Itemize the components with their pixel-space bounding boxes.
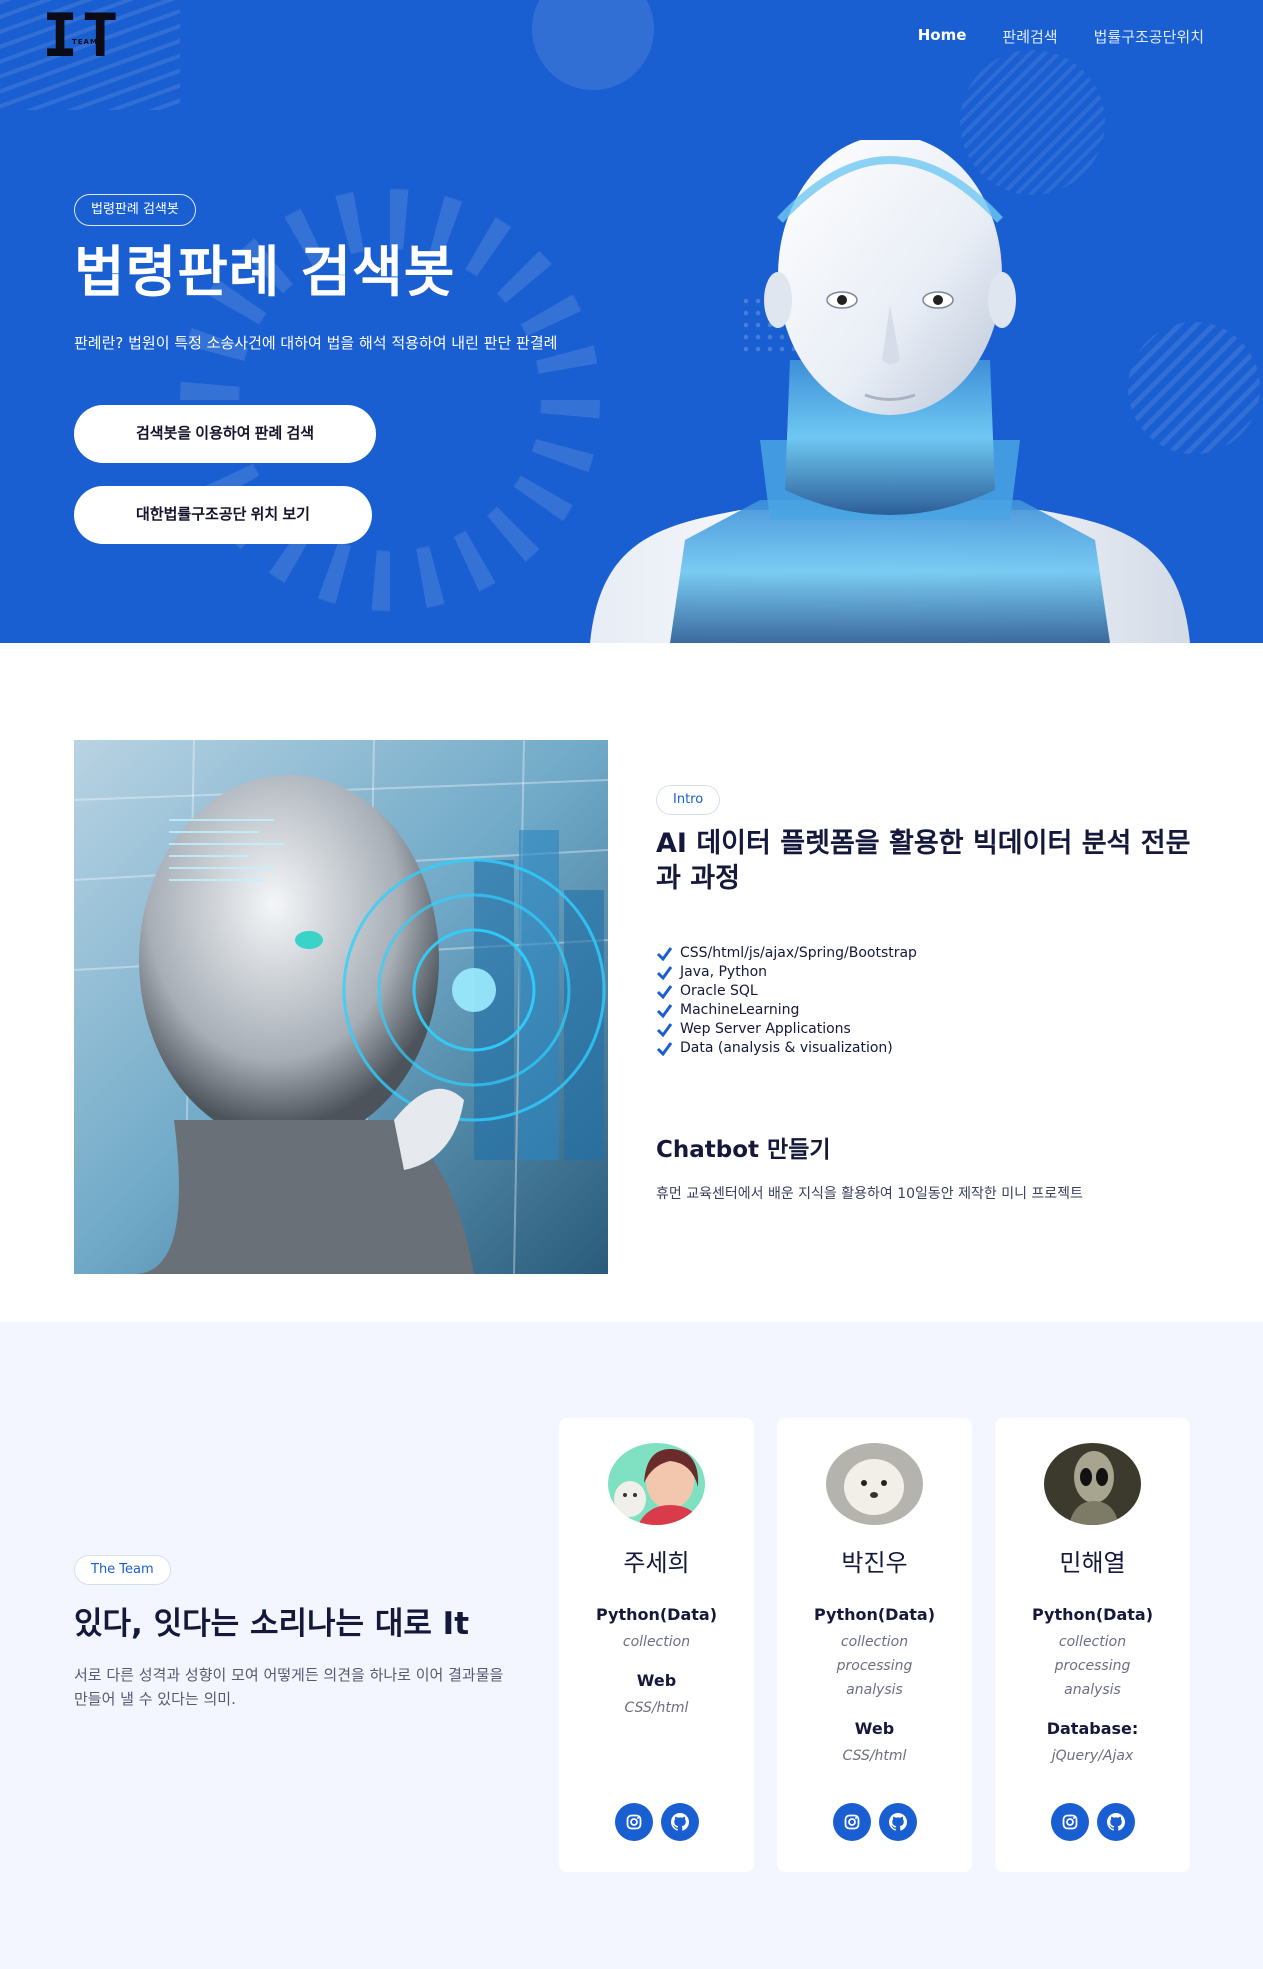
site-logo[interactable]: IT TEAM	[42, 1, 136, 71]
member-role-detail: CSS/html	[842, 1748, 907, 1764]
robot-illustration	[590, 140, 1190, 643]
nav-case-search[interactable]: 판례검색	[1002, 26, 1057, 47]
member-role: Python(Data)	[595, 1605, 718, 1624]
list-item: Wep Server Applications	[656, 1020, 917, 1039]
checklist-text: Wep Server Applications	[680, 1021, 851, 1037]
check-icon	[656, 947, 673, 962]
main-nav: Home 판례검색 법률구조공단위치	[918, 26, 1204, 47]
github-icon[interactable]	[878, 1803, 917, 1841]
team-description: 서로 다른 성격과 성향이 모여 어떻게든 의견을 하나로 이어 결과물을 만들…	[74, 1666, 504, 1708]
github-icon[interactable]	[660, 1803, 699, 1841]
avatar	[608, 1443, 705, 1525]
skills-checklist: CSS/html/js/ajax/Spring/Bootstrap Java, …	[656, 944, 917, 1058]
member-name: 박진우	[841, 1549, 908, 1577]
instagram-icon[interactable]	[832, 1803, 871, 1841]
member-role: Database:	[1046, 1719, 1139, 1738]
member-role: Python(Data)	[813, 1605, 936, 1624]
checklist-text: Java, Python	[680, 964, 768, 980]
nav-home[interactable]: Home	[918, 26, 967, 47]
member-role-detail: processing	[836, 1658, 913, 1674]
list-item: Java, Python	[656, 963, 917, 982]
member-role-detail: collection	[840, 1634, 909, 1650]
hero-title: 법령판례 검색봇	[74, 240, 456, 304]
legal-aid-location-button[interactable]: 대한법률구조공단 위치 보기	[74, 486, 372, 544]
check-icon	[656, 1004, 673, 1019]
check-icon	[656, 985, 673, 1000]
team-title: 있다, 잇다는 소리나는 대로 It	[74, 1606, 470, 1642]
check-icon	[656, 1042, 673, 1057]
member-role-detail: collection	[1058, 1634, 1127, 1650]
team-member-card: 민해열 Python(Data) collection processing a…	[995, 1418, 1190, 1872]
member-role: Web	[854, 1719, 895, 1738]
member-role-detail: processing	[1054, 1658, 1131, 1674]
logo-sub: TEAM	[72, 38, 98, 46]
logo-mark: IT	[42, 1, 123, 71]
check-icon	[656, 1023, 673, 1038]
avatar	[1044, 1443, 1141, 1525]
member-role: Web	[636, 1671, 677, 1690]
hero-description: 판례란? 법원이 특정 소송사건에 대하여 법을 해석 적용하여 내린 판단 판…	[74, 334, 558, 352]
member-role: Python(Data)	[1031, 1605, 1154, 1624]
intro-title: AI 데이터 플렛폼을 활용한 빅데이터 분석 전문과 과정	[656, 828, 1191, 894]
checklist-text: Data (analysis & visualization)	[680, 1040, 893, 1056]
member-role-detail: CSS/html	[624, 1700, 689, 1716]
chatbot-description: 휴먼 교육센터에서 배운 지식을 활용하여 10일동안 제작한 미니 프로젝트	[656, 1186, 1083, 1202]
chatbot-title: Chatbot 만들기	[656, 1137, 831, 1163]
list-item: Data (analysis & visualization)	[656, 1039, 917, 1058]
github-icon[interactable]	[1096, 1803, 1135, 1841]
hero-badge: 법령판례 검색봇	[74, 194, 196, 226]
member-role-detail: jQuery/Ajax	[1051, 1748, 1134, 1764]
member-role-detail: collection	[622, 1634, 691, 1650]
checklist-text: MachineLearning	[680, 1002, 800, 1018]
nav-legal-aid-location[interactable]: 법률구조공단위치	[1094, 26, 1204, 47]
team-member-card: 주세희 Python(Data) collection Web CSS/html	[559, 1418, 754, 1872]
hero-circle-decoration	[532, 0, 654, 90]
instagram-icon[interactable]	[614, 1803, 653, 1841]
hero-ring-decoration	[180, 170, 600, 630]
list-item: Oracle SQL	[656, 982, 917, 1001]
list-item: CSS/html/js/ajax/Spring/Bootstrap	[656, 944, 917, 963]
list-item: MachineLearning	[656, 1001, 917, 1020]
member-name: 주세희	[623, 1549, 690, 1577]
hero-section: IT TEAM Home 판례검색 법률구조공단위치 법령판례 검색봇 법령판례…	[0, 0, 1263, 643]
instagram-icon[interactable]	[1050, 1803, 1089, 1841]
intro-tag: Intro	[656, 785, 721, 815]
team-member-card: 박진우 Python(Data) collection processing a…	[777, 1418, 972, 1872]
intro-ai-robot-image	[74, 740, 608, 1274]
member-name: 민해열	[1059, 1549, 1126, 1577]
checklist-text: Oracle SQL	[680, 983, 758, 999]
team-tag: The Team	[74, 1555, 171, 1585]
member-role-detail: analysis	[846, 1682, 903, 1698]
check-icon	[656, 966, 673, 981]
checklist-text: CSS/html/js/ajax/Spring/Bootstrap	[680, 945, 917, 961]
case-search-button[interactable]: 검색봇을 이용하여 판례 검색	[74, 405, 376, 463]
member-role-detail: analysis	[1064, 1682, 1121, 1698]
avatar	[826, 1443, 923, 1525]
